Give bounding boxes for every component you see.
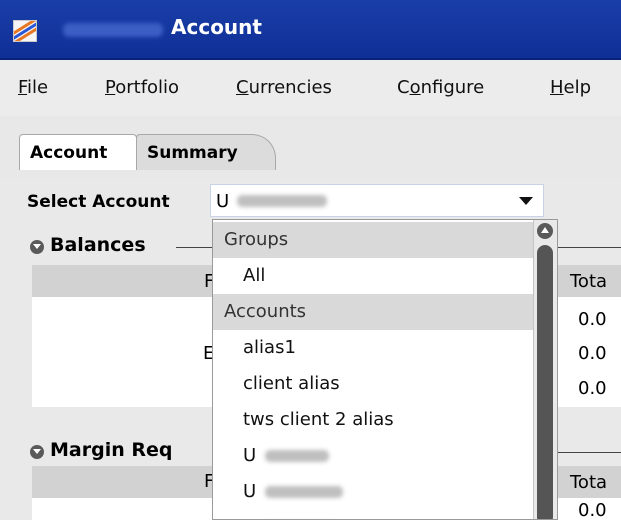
scroll-thumb[interactable] <box>537 245 553 519</box>
balances-value: 0.0 <box>578 378 607 399</box>
menu-bar: File Portfolio Currencies Configure Help <box>0 60 621 116</box>
redacted-account-number <box>237 195 327 207</box>
balances-value: 0.0 <box>578 343 607 364</box>
app-logo-icon <box>13 20 37 42</box>
collapse-balances-icon[interactable] <box>30 240 44 254</box>
window-title: Account <box>171 15 262 39</box>
menu-configure[interactable]: Configure <box>397 77 484 98</box>
margin-header-total: Tota <box>570 472 608 493</box>
section-divider <box>556 452 621 453</box>
menu-help[interactable]: Help <box>550 77 591 98</box>
tab-summary[interactable]: Summary <box>136 134 276 170</box>
balances-title: Balances <box>50 234 146 256</box>
section-divider <box>176 247 212 248</box>
account-dropdown-list[interactable]: Groups All Accounts alias1 client alias … <box>212 219 558 520</box>
menu-file[interactable]: File <box>18 77 48 98</box>
dropdown-item-label: U <box>243 481 257 502</box>
redacted-account-number <box>265 450 329 462</box>
chevron-down-icon[interactable] <box>519 197 533 205</box>
menu-portfolio[interactable]: Portfolio <box>105 77 179 98</box>
margin-title: Margin Req <box>50 439 173 461</box>
dropdown-item[interactable]: tws client 2 alias <box>213 402 535 438</box>
dropdown-item-all[interactable]: All <box>213 258 535 294</box>
collapse-margin-icon[interactable] <box>30 445 44 459</box>
dropdown-item[interactable]: client alias <box>213 366 535 402</box>
tab-strip: Summary Account <box>0 116 621 180</box>
title-bar[interactable]: Account <box>0 0 621 60</box>
dropdown-item[interactable]: U <box>213 438 535 474</box>
dropdown-item-label: U <box>243 445 257 466</box>
balances-value: 0.0 <box>578 309 607 330</box>
redacted-account-id <box>63 23 163 37</box>
dropdown-group-header: Groups <box>213 222 535 258</box>
dropdown-group-header: Accounts <box>213 294 535 330</box>
account-select-value: U <box>216 191 230 212</box>
menu-currencies[interactable]: Currencies <box>236 77 332 98</box>
redacted-account-number <box>265 486 343 498</box>
dropdown-item[interactable]: U <box>213 510 535 519</box>
dropdown-scrollbar[interactable] <box>533 220 557 519</box>
dropdown-item[interactable]: U <box>213 474 535 510</box>
scroll-up-icon[interactable] <box>537 223 553 239</box>
account-select[interactable]: U <box>210 184 544 217</box>
tab-account[interactable]: Account <box>19 134 137 170</box>
dropdown-item[interactable]: alias1 <box>213 330 535 366</box>
select-account-label: Select Account <box>27 192 170 212</box>
margin-value: 0.0 <box>578 500 607 521</box>
balances-header-total: Tota <box>570 271 608 292</box>
section-divider <box>556 247 621 248</box>
